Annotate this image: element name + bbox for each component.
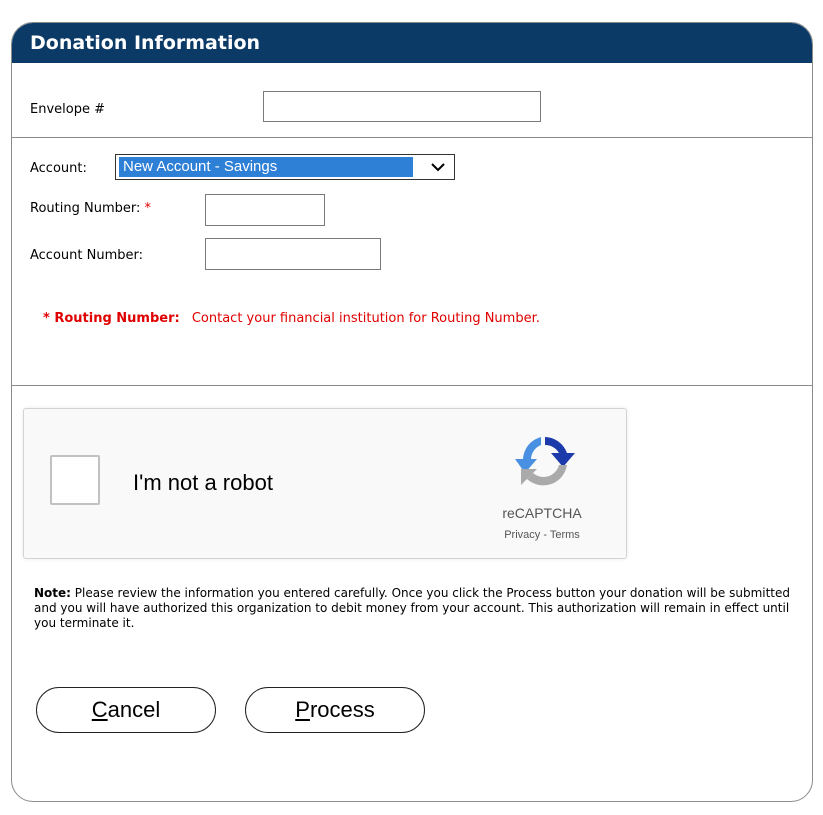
- recaptcha-label: I'm not a robot: [133, 470, 273, 495]
- panel-header: Donation Information: [12, 23, 812, 63]
- recaptcha-links: Privacy - Terms: [482, 529, 602, 541]
- account-label: Account:: [30, 161, 87, 176]
- authorization-note: Note: Please review the information you …: [34, 586, 804, 631]
- privacy-link[interactable]: Privacy: [504, 529, 540, 541]
- process-rest: rocess: [309, 697, 375, 722]
- cancel-accel: C: [91, 697, 108, 722]
- required-mark: *: [144, 201, 152, 216]
- recaptcha-widget: I'm not a robot reCAPTCHA Privacy - Term…: [23, 408, 627, 559]
- routing-note-text: Contact your financial institution for R…: [191, 311, 540, 326]
- routing-number-input[interactable]: [205, 194, 325, 226]
- recaptcha-brand: reCAPTCHA: [502, 505, 582, 521]
- process-button[interactable]: Process: [245, 687, 425, 733]
- envelope-input[interactable]: [263, 91, 541, 122]
- terms-link[interactable]: Terms: [550, 529, 580, 541]
- routing-label: Routing Number: *: [30, 201, 151, 216]
- routing-label-text: Routing Number:: [30, 201, 141, 216]
- account-select[interactable]: New Account - Savings: [115, 154, 455, 180]
- cancel-button[interactable]: Cancel: [36, 687, 216, 733]
- envelope-label: Envelope #: [30, 102, 105, 117]
- note-text: Please review the information you entere…: [34, 586, 791, 630]
- divider-top: [12, 137, 812, 138]
- recaptcha-branding: reCAPTCHA Privacy - Terms: [482, 503, 602, 553]
- account-select-value: New Account - Savings: [119, 157, 413, 177]
- panel-title: Donation Information: [30, 32, 261, 54]
- routing-note-marker: * Routing Number:: [43, 311, 180, 326]
- chevron-down-icon: [431, 163, 445, 172]
- routing-note: * Routing Number: Contact your financial…: [43, 311, 540, 326]
- account-number-label: Account Number:: [30, 248, 143, 263]
- donation-panel: Donation Information Envelope # Account:…: [11, 22, 813, 802]
- divider-bottom: [12, 385, 812, 386]
- process-accel: P: [295, 697, 310, 722]
- link-separator: -: [540, 529, 550, 541]
- cancel-rest: ancel: [107, 697, 161, 722]
- note-prefix: Note:: [34, 586, 71, 600]
- account-number-input[interactable]: [205, 238, 381, 270]
- recaptcha-checkbox[interactable]: [50, 455, 100, 505]
- recaptcha-logo-icon: [515, 437, 575, 486]
